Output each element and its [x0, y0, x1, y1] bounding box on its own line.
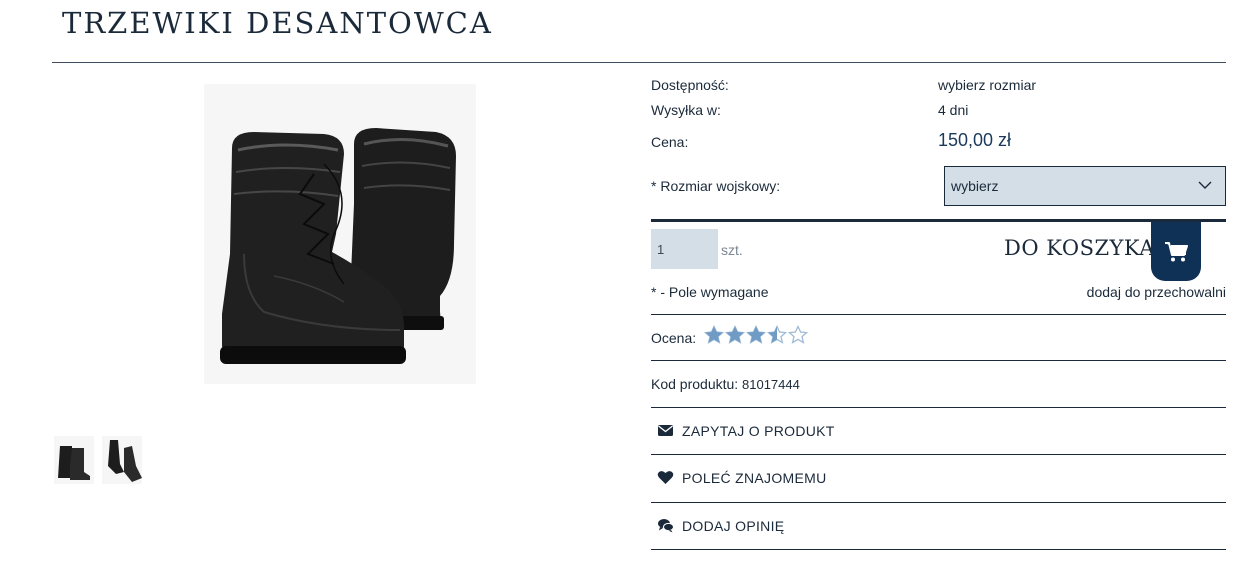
thumbnail-list — [54, 436, 142, 484]
thumbnail-1[interactable] — [54, 436, 94, 484]
required-note: * - Pole wymagane — [651, 284, 769, 300]
ask-about-product-link[interactable]: ZAPYTAJ O PRODUKT — [657, 422, 835, 439]
divider — [651, 360, 1226, 361]
divider — [651, 407, 1226, 408]
size-select-value: wybierz — [951, 178, 999, 194]
add-to-storage-link[interactable]: dodaj do przechowalni — [1087, 284, 1226, 300]
product-main-image[interactable] — [204, 84, 476, 384]
rating-stars[interactable] — [704, 325, 808, 345]
shipping-label: Wysyłka w: — [651, 102, 721, 118]
add-to-cart-icon-button[interactable] — [1151, 222, 1201, 281]
recommend-to-friend-link[interactable]: POLEĆ ZNAJOMEMU — [657, 469, 827, 486]
recommend-to-friend-label: POLEĆ ZNAJOMEMU — [682, 469, 827, 486]
chevron-down-icon — [1198, 181, 1212, 189]
product-code-value: 81017444 — [742, 377, 800, 392]
add-to-cart-button[interactable]: DO KOSZYKA — [1004, 236, 1155, 260]
cart-divider — [651, 219, 1226, 222]
boots-illustration — [220, 128, 456, 364]
comments-icon — [658, 519, 674, 533]
shopping-cart-icon — [1165, 241, 1188, 261]
quantity-input[interactable] — [651, 229, 718, 269]
add-review-label: DODAJ OPINIĘ — [682, 517, 785, 534]
ask-about-product-label: ZAPYTAJ O PRODUKT — [682, 422, 835, 439]
title-divider — [52, 62, 1226, 63]
divider — [651, 314, 1226, 315]
availability-label: Dostępność: — [651, 77, 729, 93]
star-icon[interactable] — [704, 325, 724, 345]
availability-value: wybierz rozmiar — [938, 77, 1037, 93]
star-icon[interactable] — [788, 325, 808, 345]
star-icon[interactable] — [746, 325, 766, 345]
shipping-value: 4 dni — [938, 102, 969, 118]
product-title: TRZEWIKI DESANTOWCA — [62, 6, 493, 40]
quantity-unit: szt. — [721, 242, 743, 258]
star-icon[interactable] — [725, 325, 745, 345]
size-label: * Rozmiar wojskowy: — [651, 178, 781, 194]
divider — [651, 549, 1226, 550]
heart-icon — [657, 471, 674, 484]
divider — [651, 502, 1226, 503]
envelope-icon — [658, 425, 673, 436]
price-value: 150,00 zł — [938, 130, 1012, 150]
price-label: Cena: — [651, 134, 689, 150]
add-review-link[interactable]: DODAJ OPINIĘ — [657, 517, 784, 534]
rating-label: Ocena: — [651, 330, 697, 346]
divider — [651, 454, 1226, 455]
product-code-label: Kod produktu: — [651, 376, 739, 392]
thumbnail-2[interactable] — [102, 436, 142, 484]
size-select[interactable]: wybierz — [944, 166, 1226, 206]
star-icon[interactable] — [767, 325, 787, 345]
